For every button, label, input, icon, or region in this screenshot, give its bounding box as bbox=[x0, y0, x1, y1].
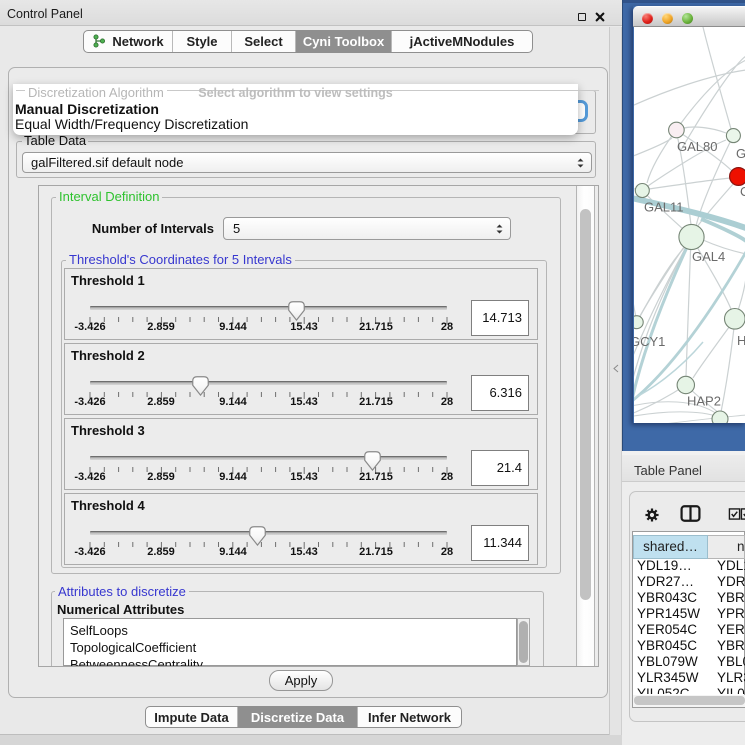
svg-text:GAL11: GAL11 bbox=[644, 200, 684, 215]
svg-text:GAL: GAL bbox=[736, 146, 745, 161]
svg-text:GAL4: GAL4 bbox=[692, 249, 725, 264]
svg-text:HAP2: HAP2 bbox=[687, 394, 721, 409]
svg-text:C: C bbox=[740, 184, 745, 199]
svg-text:GAL80: GAL80 bbox=[677, 139, 717, 154]
svg-text:H: H bbox=[737, 333, 745, 348]
svg-text:GCY1: GCY1 bbox=[634, 334, 665, 349]
